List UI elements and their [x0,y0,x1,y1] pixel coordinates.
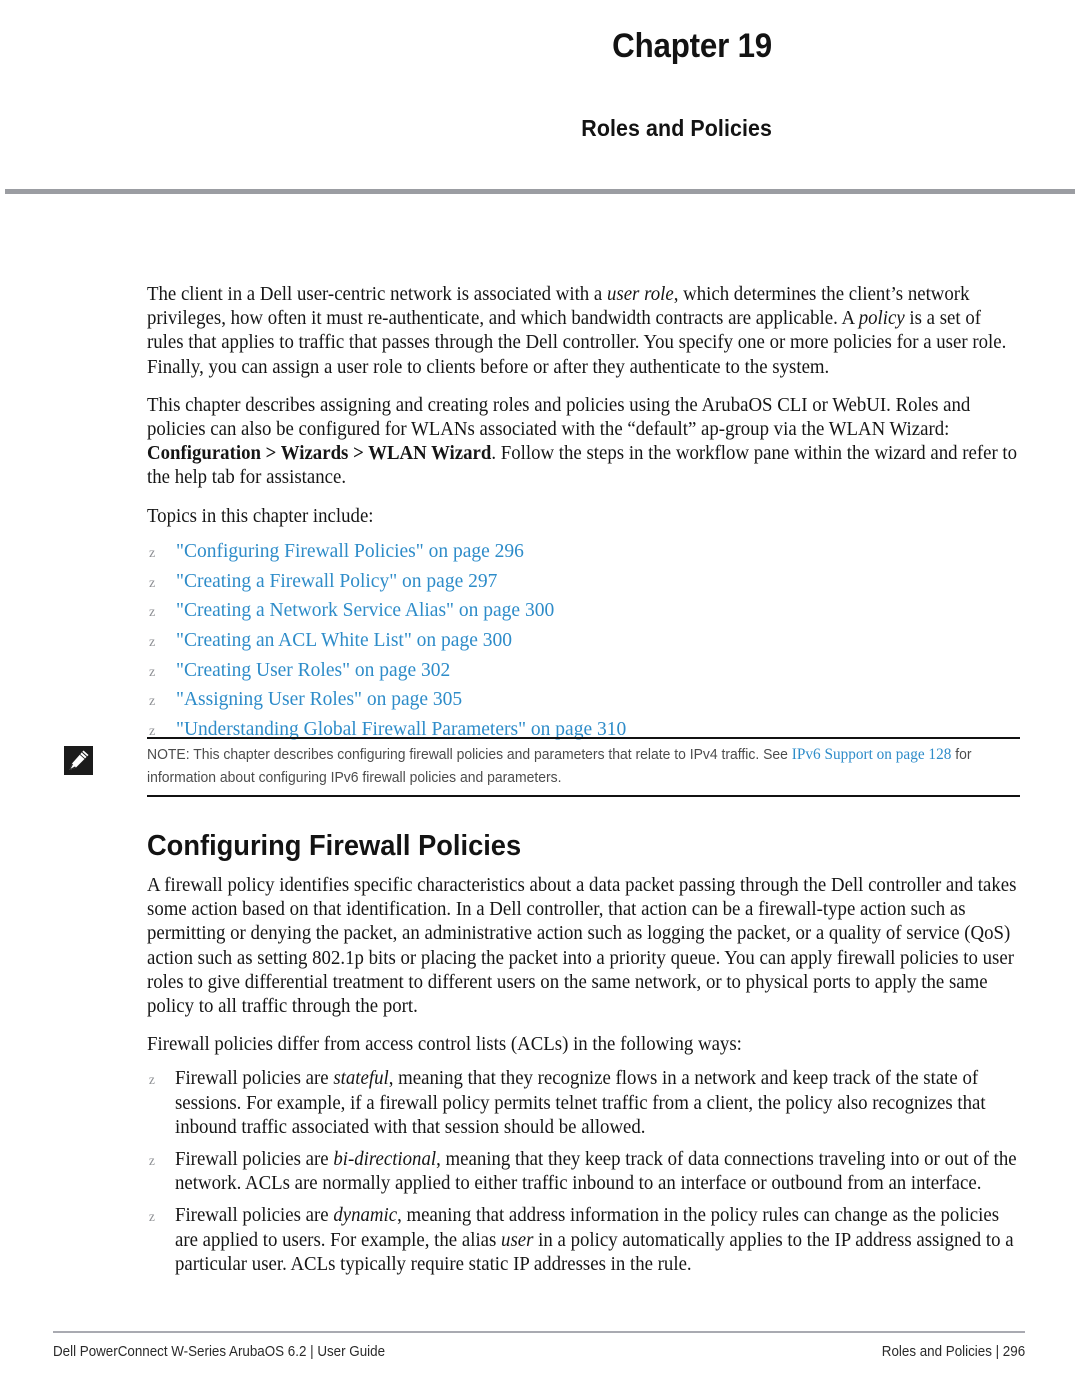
note-top-rule [147,737,1020,739]
z-bullet-icon: z [149,605,156,621]
list-item: z Firewall policies are bi-directional, … [147,1148,1024,1196]
header-divider-rule [5,189,1075,194]
z-bullet-icon: z [148,1210,155,1226]
list-item: z Firewall policies are dynamic, meaning… [147,1204,1024,1277]
section-heading-wrap: Configuring Firewall Policies [147,830,1027,863]
difference-text-a: Firewall policies are [174,1068,334,1090]
difference-italic-user: user [501,1229,534,1251]
list-item[interactable]: z "Creating an ACL White List" on page 3… [147,628,1020,653]
differences-list: z Firewall policies are stateful, meanin… [147,1067,1047,1277]
note-text: NOTE: This chapter describes configuring… [147,743,987,790]
intro-paragraph-2: This chapter describes assigning and cre… [147,394,1018,491]
topics-lead-in: Topics in this chapter include: [147,505,374,527]
difference-italic-stateful: stateful [333,1068,389,1090]
intro-p1-text-a: The client in a Dell user-centric networ… [147,284,607,305]
page-title: Configuring Firewall Policies [147,830,522,862]
difference-italic-dynamic: dynamic [333,1205,398,1227]
document-page: Chapter 19 Roles and Policies The client… [0,0,1080,1397]
list-item[interactable]: z "Configuring Firewall Policies" on pag… [147,539,1020,564]
page-footer: Dell PowerConnect W-Series ArubaOS 6.2 |… [53,1344,1025,1360]
topic-link[interactable]: "Creating a Firewall Policy" on page 297 [176,571,497,592]
topic-link[interactable]: "Creating an ACL White List" on page 300 [176,630,512,651]
z-bullet-icon: z [149,634,156,650]
footer-product-label: Dell PowerConnect W-Series ArubaOS 6.2 |… [53,1344,386,1360]
difference-text-a: Firewall policies are [174,1149,334,1171]
section-paragraph-1: A firewall policy identifies specific ch… [147,875,1017,1018]
intro-p2-text-a: This chapter describes assigning and cre… [147,394,971,441]
list-item[interactable]: z "Assigning User Roles" on page 305 [147,687,1020,712]
z-bullet-icon: z [149,664,156,680]
difference-italic-bidirectional: bi-directional [333,1149,437,1171]
section-paragraph-2: Firewall policies differ from access con… [147,1034,742,1056]
topic-link[interactable]: "Creating a Network Service Alias" on pa… [176,600,554,621]
list-item[interactable]: z "Creating a Firewall Policy" on page 2… [147,569,1020,594]
list-item[interactable]: z "Creating a Network Service Alias" on … [147,598,1020,623]
chapter-title: Roles and Policies [581,115,772,142]
intro-p1-italic-user-role: user role [606,284,674,305]
chapter-header: Chapter 19 Roles and Policies [0,27,772,142]
z-bullet-icon: z [148,1154,155,1170]
note-bottom-rule [147,795,1020,797]
topic-link[interactable]: "Creating User Roles" on page 302 [176,660,450,681]
difference-text-a: Firewall policies are [174,1205,334,1227]
z-bullet-icon: z [149,545,156,561]
intro-paragraph-1: The client in a Dell user-centric networ… [147,283,1018,380]
list-item[interactable]: z "Creating User Roles" on page 302 [147,658,1020,683]
pencil-note-icon [64,746,93,775]
intro-p1-italic-policy: policy [858,308,905,330]
topic-link[interactable]: "Assigning User Roles" on page 305 [176,689,462,710]
topics-link-list: z "Configuring Firewall Policies" on pag… [147,539,1020,742]
z-bullet-icon: z [148,1073,155,1089]
section-content: A firewall policy identifies specific ch… [147,874,1047,1285]
topic-link[interactable]: "Configuring Firewall Policies" on page … [176,541,524,562]
z-bullet-icon: z [149,575,156,591]
note-text-a: NOTE: This chapter describes configuring… [147,747,792,763]
footer-divider-rule [53,1331,1025,1333]
note-link[interactable]: IPv6 Support on page 128 [792,746,952,763]
chapter-number: Chapter 19 [612,27,772,65]
list-item: z Firewall policies are stateful, meanin… [147,1067,1024,1140]
intro-content: The client in a Dell user-centric networ… [147,283,1020,747]
z-bullet-icon: z [149,694,156,710]
note-callout: NOTE: This chapter describes configuring… [64,737,1020,799]
footer-page-label: Roles and Policies | 296 [881,1344,1025,1360]
intro-p2-bold-path: Configuration > Wizards > WLAN Wizard [147,443,492,465]
